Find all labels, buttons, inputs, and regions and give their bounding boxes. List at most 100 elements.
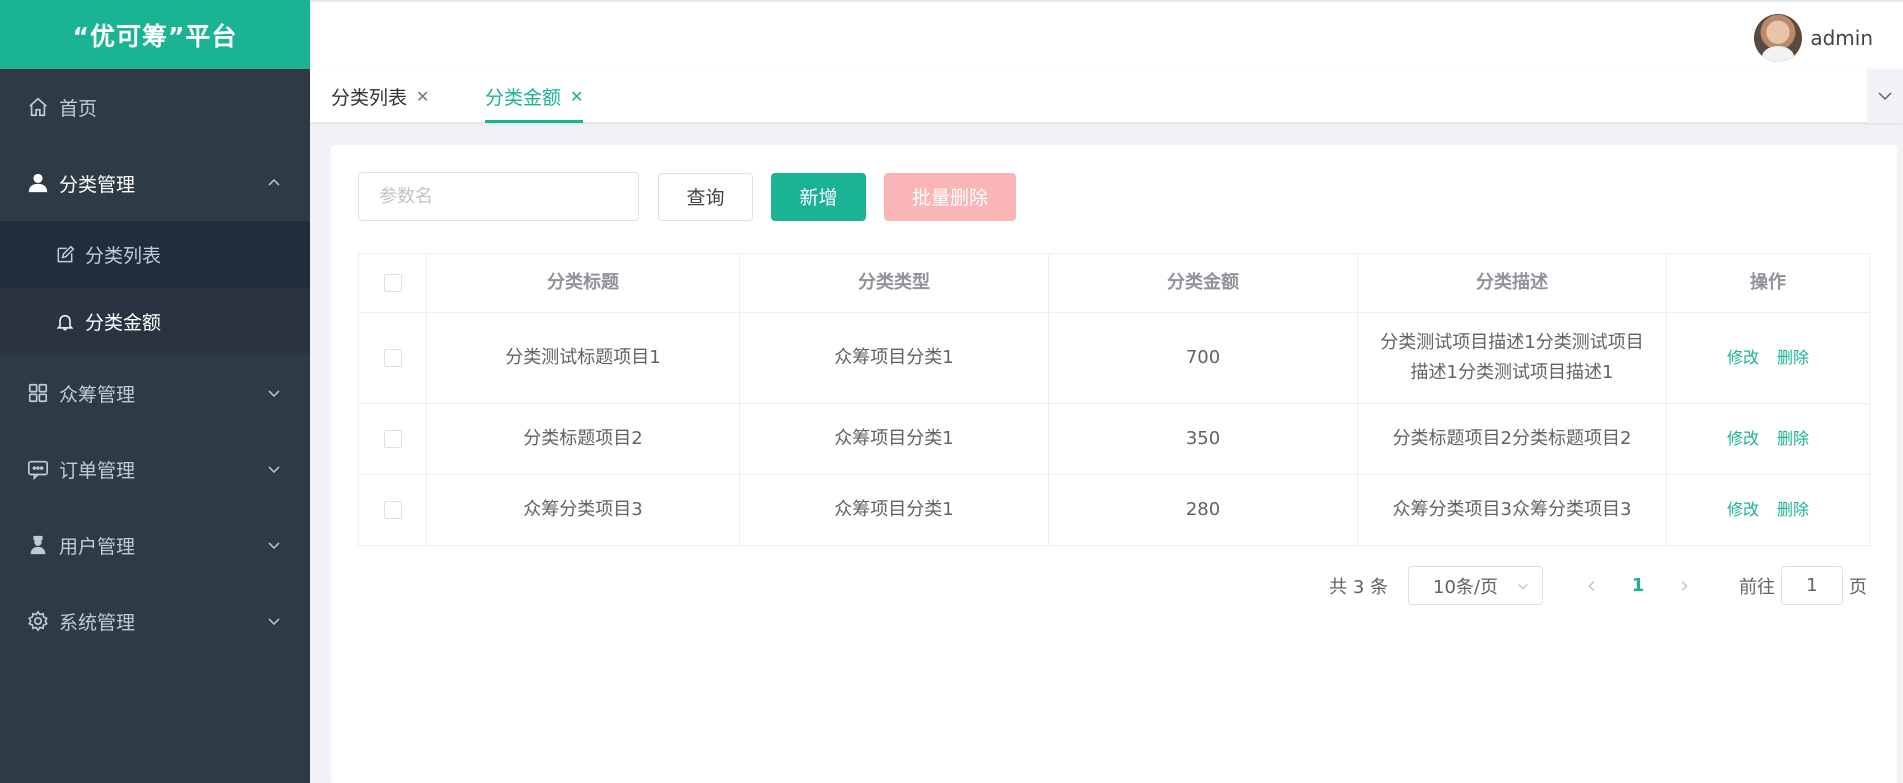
sidebar-item-label: 分类金额 (85, 312, 162, 334)
row-checkbox-cell (359, 313, 427, 403)
cell-actions: 修改 删除 (1667, 475, 1869, 545)
sidebar-item-order-management[interactable]: 订单管理 (0, 431, 310, 507)
batch-delete-button[interactable]: 批量删除 (884, 172, 1016, 221)
app-logo-title: “优可筹”平台 (0, 0, 310, 69)
cell-actions: 修改 删除 (1667, 404, 1869, 474)
cell-type: 众筹项目分类1 (740, 313, 1049, 403)
submenu-category: 分类列表 分类金额 (0, 221, 310, 355)
cell-type: 众筹项目分类1 (740, 475, 1049, 545)
column-header[interactable]: 分类标题 (427, 254, 740, 312)
query-button[interactable]: 查询 (658, 172, 753, 221)
jump-unit: 页 (1849, 576, 1867, 598)
row-checkbox[interactable] (383, 430, 402, 448)
chevron-up-icon (268, 178, 280, 186)
content-card: 查询 新增 批量删除 分类标题 分类类型 分类金额 分类描述 操作 分类测试标题… (331, 145, 1897, 783)
tab-label: 分类金额 (485, 86, 562, 109)
chat-icon (27, 458, 49, 480)
chevron-left-icon (1588, 580, 1595, 591)
row-checkbox[interactable] (383, 501, 402, 519)
delete-link[interactable]: 删除 (1777, 343, 1809, 373)
column-header[interactable]: 分类金额 (1049, 254, 1358, 312)
cell-description: 分类测试项目描述1分类测试项目描述1分类测试项目描述1 (1358, 313, 1667, 403)
person-icon (27, 534, 49, 556)
row-checkbox-cell (359, 475, 427, 545)
top-header: admin (310, 0, 1903, 69)
add-button[interactable]: 新增 (771, 172, 866, 221)
sidebar-item-label: 用户管理 (59, 535, 136, 558)
select-all-checkbox[interactable] (383, 274, 402, 292)
grid-icon (27, 382, 49, 404)
chevron-right-icon (1681, 580, 1688, 591)
username[interactable]: admin (1810, 26, 1873, 50)
home-icon (27, 96, 49, 118)
search-input[interactable] (358, 172, 639, 221)
tab-category-amount[interactable]: 分类金额 ✕ (485, 69, 584, 123)
cell-description: 众筹分类项目3众筹分类项目3 (1358, 475, 1667, 545)
tabs-bar: 分类列表 ✕ 分类金额 ✕ (310, 69, 1903, 123)
prev-page-button[interactable] (1567, 566, 1617, 605)
sidebar-item-label: 众筹管理 (59, 383, 136, 406)
chevron-down-icon (268, 618, 280, 626)
sidebar-item-home[interactable]: 首页 (0, 69, 310, 145)
edit-link[interactable]: 修改 (1727, 424, 1759, 454)
edit-icon (55, 245, 75, 265)
cell-description: 分类标题项目2分类标题项目2 (1358, 404, 1667, 474)
sidebar: “优可筹”平台 首页 分类管理 分类列表 分类金额 众筹管理 订单管理 用户管理… (0, 0, 310, 783)
cell-title: 众筹分类项目3 (427, 475, 740, 545)
pagination: 共 3 条 10条/页 1 前往 页 (1329, 566, 1867, 605)
jump-page-input[interactable] (1781, 566, 1843, 605)
table-row: 众筹分类项目3 众筹项目分类1 280 众筹分类项目3众筹分类项目3 修改 删除 (359, 475, 1869, 545)
sidebar-item-label: 分类管理 (59, 173, 136, 196)
cell-title: 分类测试标题项目1 (427, 313, 740, 403)
column-header[interactable]: 分类描述 (1358, 254, 1667, 312)
page-number[interactable]: 1 (1623, 566, 1653, 605)
chevron-down-icon (1878, 92, 1892, 101)
sidebar-item-category-management[interactable]: 分类管理 (0, 145, 310, 221)
cell-title: 分类标题项目2 (427, 404, 740, 474)
sidebar-item-user-management[interactable]: 用户管理 (0, 507, 310, 583)
delete-link[interactable]: 删除 (1777, 424, 1809, 454)
jump-label: 前往 (1739, 576, 1775, 598)
header-checkbox-cell (359, 254, 427, 312)
row-checkbox[interactable] (383, 349, 402, 367)
chevron-down-icon (268, 466, 280, 474)
bell-icon (55, 312, 75, 332)
cell-actions: 修改 删除 (1667, 313, 1869, 403)
sidebar-item-category-list[interactable]: 分类列表 (0, 221, 310, 288)
cell-type: 众筹项目分类1 (740, 404, 1049, 474)
table-row: 分类标题项目2 众筹项目分类1 350 分类标题项目2分类标题项目2 修改 删除 (359, 404, 1869, 475)
pagination-total: 共 3 条 (1329, 576, 1388, 598)
sidebar-item-crowdfunding-management[interactable]: 众筹管理 (0, 355, 310, 431)
sidebar-item-system-management[interactable]: 系统管理 (0, 583, 310, 659)
page-size-value: 10条/页 (1433, 576, 1498, 598)
page-size-select[interactable]: 10条/页 (1408, 566, 1543, 605)
toolbar: 查询 新增 批量删除 (358, 172, 1016, 221)
cell-amount: 700 (1049, 313, 1358, 403)
sidebar-item-label: 首页 (59, 97, 98, 120)
chevron-down-icon (268, 390, 280, 398)
tabs-more-button[interactable] (1867, 69, 1903, 123)
sidebar-item-label: 分类列表 (85, 245, 162, 267)
row-checkbox-cell (359, 404, 427, 474)
user-menu[interactable]: admin (1754, 14, 1873, 62)
table-row: 分类测试标题项目1 众筹项目分类1 700 分类测试项目描述1分类测试项目描述1… (359, 313, 1869, 404)
delete-link[interactable]: 删除 (1777, 495, 1809, 525)
tab-label: 分类列表 (331, 86, 408, 109)
sidebar-item-label: 系统管理 (59, 611, 136, 634)
data-table: 分类标题 分类类型 分类金额 分类描述 操作 分类测试标题项目1 众筹项目分类1… (358, 253, 1870, 546)
chevron-down-icon (1518, 583, 1528, 590)
tab-category-list[interactable]: 分类列表 ✕ (331, 69, 429, 123)
close-icon[interactable]: ✕ (416, 87, 429, 106)
chevron-down-icon (268, 542, 280, 550)
next-page-button[interactable] (1659, 566, 1709, 605)
cell-amount: 280 (1049, 475, 1358, 545)
table-header-row: 分类标题 分类类型 分类金额 分类描述 操作 (359, 254, 1869, 313)
edit-link[interactable]: 修改 (1727, 495, 1759, 525)
close-icon[interactable]: ✕ (570, 87, 583, 106)
avatar[interactable] (1754, 14, 1803, 62)
user-icon (27, 172, 49, 194)
sidebar-item-category-amount[interactable]: 分类金额 (0, 288, 310, 355)
column-header[interactable]: 分类类型 (740, 254, 1049, 312)
sidebar-item-label: 订单管理 (59, 459, 136, 482)
edit-link[interactable]: 修改 (1727, 343, 1759, 373)
